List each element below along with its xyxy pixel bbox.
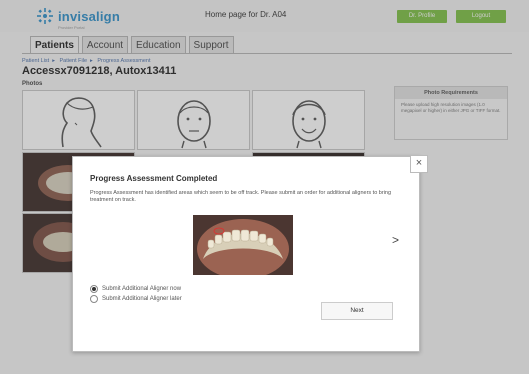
assessment-teeth-photo [193,215,293,275]
radio-submit-now[interactable] [90,285,98,293]
next-photo-arrow[interactable]: > [392,233,399,247]
option-submit-now[interactable]: Submit Additional Aligner now [90,285,181,293]
teeth-photo-image [193,215,293,275]
dialog-message: Progress Assessment has identified areas… [90,190,392,203]
option-submit-later[interactable]: Submit Additional Aligner later [90,295,182,303]
next-button[interactable]: Next [321,302,393,320]
close-icon[interactable]: × [410,155,428,173]
dialog-title: Progress Assessment Completed [90,174,218,183]
option-submit-later-label: Submit Additional Aligner later [102,296,182,302]
progress-assessment-dialog: Progress Assessment Completed Progress A… [72,156,420,352]
option-submit-now-label: Submit Additional Aligner now [102,286,182,292]
radio-submit-later[interactable] [90,295,98,303]
